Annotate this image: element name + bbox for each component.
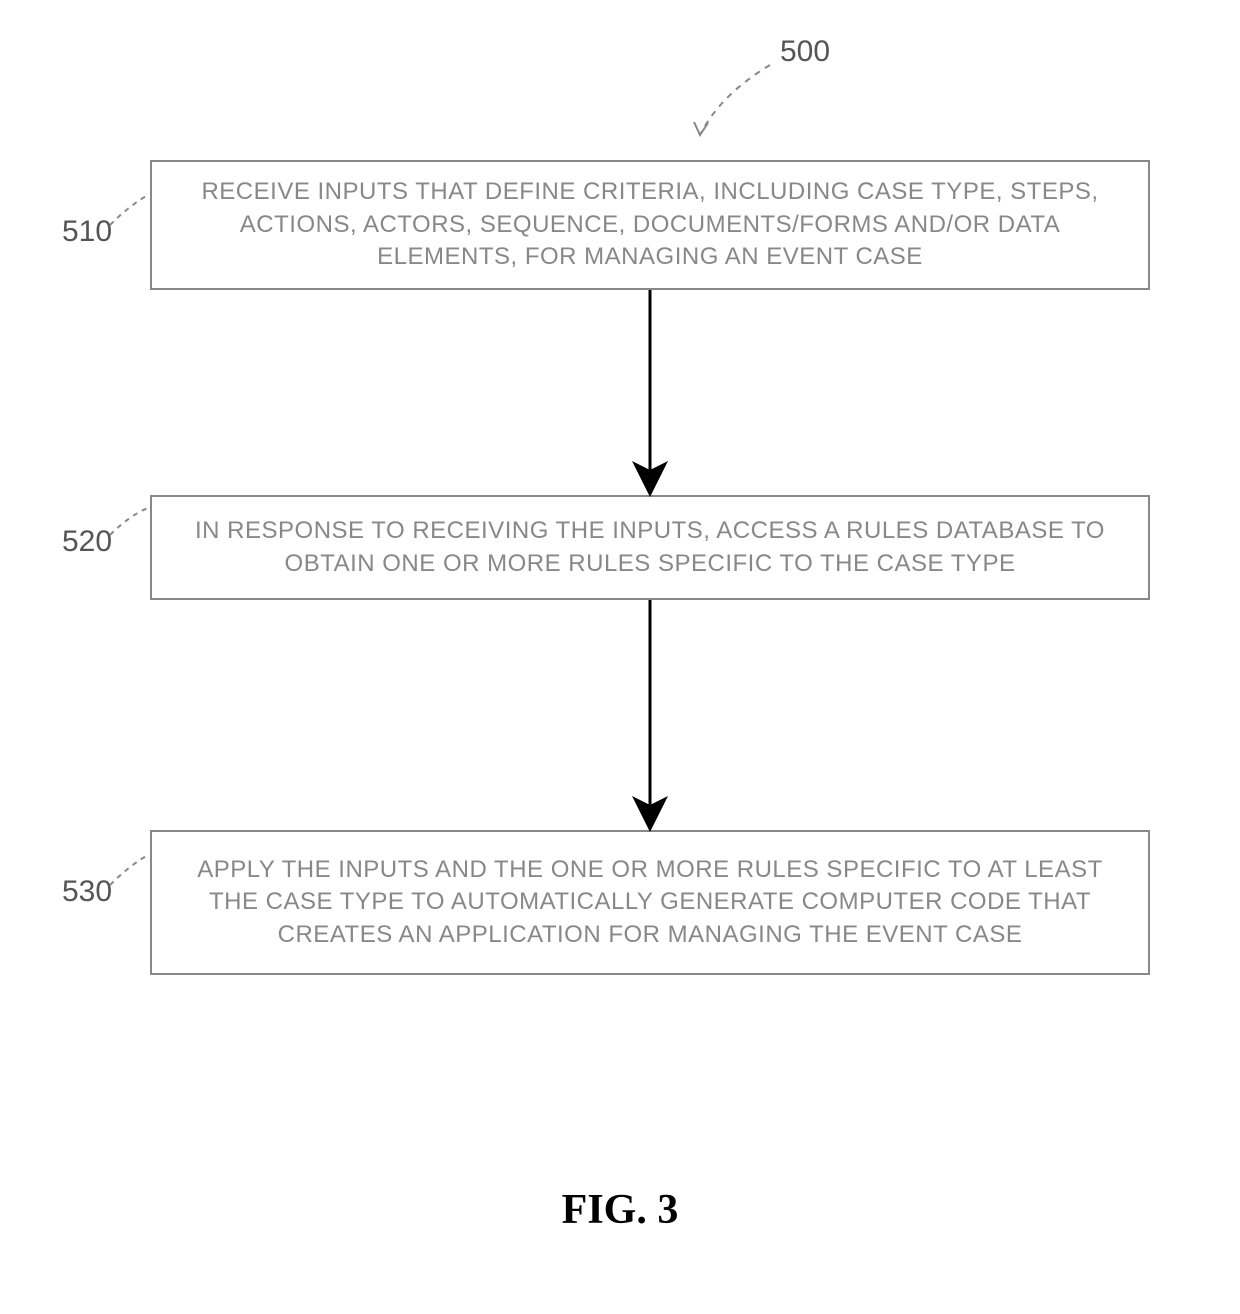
flowchart-step-530: APPLY THE INPUTS AND THE ONE OR MORE RUL… — [150, 830, 1150, 975]
ref-number-510: 510 — [62, 215, 112, 249]
flowchart-step-510: RECEIVE INPUTS THAT DEFINE CRITERIA, INC… — [150, 160, 1150, 290]
step-text: IN RESPONSE TO RECEIVING THE INPUTS, ACC… — [172, 515, 1128, 580]
ref-number-530: 530 — [62, 875, 112, 909]
ref-number-520: 520 — [62, 525, 112, 559]
figure-title: FIG. 3 — [562, 1186, 679, 1234]
flowchart-step-520: IN RESPONSE TO RECEIVING THE INPUTS, ACC… — [150, 495, 1150, 600]
step-text: APPLY THE INPUTS AND THE ONE OR MORE RUL… — [172, 854, 1128, 951]
step-text: RECEIVE INPUTS THAT DEFINE CRITERIA, INC… — [172, 176, 1128, 273]
ref-number-500: 500 — [780, 35, 830, 69]
